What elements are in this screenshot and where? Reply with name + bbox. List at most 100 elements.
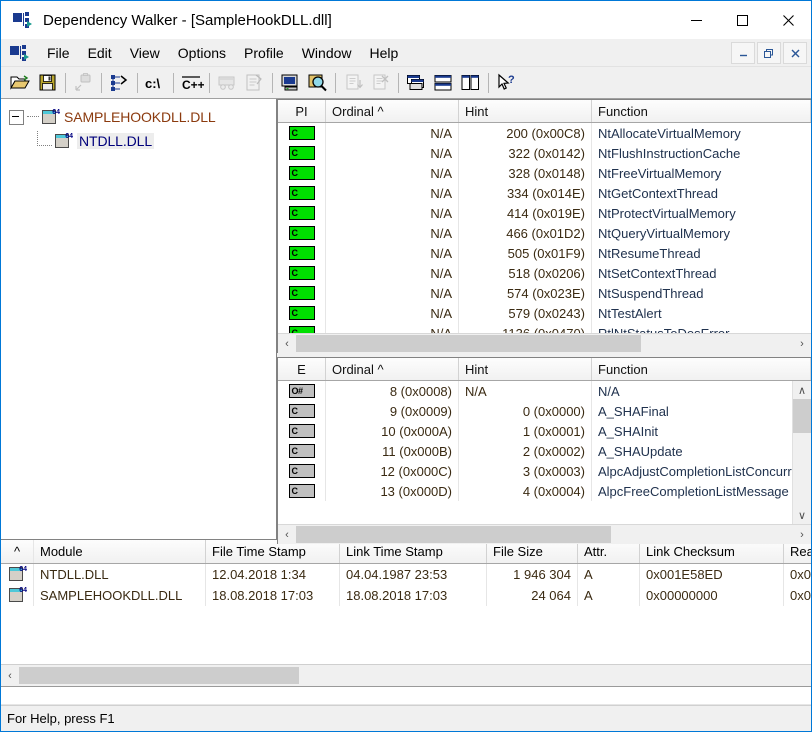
tile-horizontally-icon[interactable] <box>430 70 457 95</box>
ordinal-cell: 12 (0x000C) <box>326 461 459 481</box>
import-flag-cell: C <box>278 143 326 163</box>
menu-file[interactable]: File <box>38 42 79 64</box>
table-row[interactable]: O# 8 (0x0008) N/A N/A <box>278 381 811 401</box>
table-row[interactable]: C N/A 579 (0x0243) NtTestAlert <box>278 303 811 323</box>
column-header-hint[interactable]: Hint <box>459 100 592 122</box>
table-row[interactable]: C 9 (0x0009) 0 (0x0000) A_SHAFinal <box>278 401 811 421</box>
function-cell: RtlNtStatusToDosError <box>598 325 730 334</box>
column-header-module[interactable]: Module <box>34 540 206 563</box>
vscroll-thumb[interactable] <box>793 399 811 433</box>
mdi-close-button[interactable] <box>783 42 807 64</box>
vscroll-track[interactable] <box>793 399 811 506</box>
table-row[interactable]: C 10 (0x000A) 1 (0x0001) A_SHAInit <box>278 421 811 441</box>
find-icon[interactable] <box>304 70 331 95</box>
configure-module-search-icon[interactable] <box>241 70 268 95</box>
export-list-hscrollbar[interactable]: ‹ › <box>278 524 811 544</box>
menu-view[interactable]: View <box>121 42 169 64</box>
tree-item-ntdll[interactable]: 64 NTDLL.DLL <box>9 129 276 153</box>
mdi-minimize-button[interactable] <box>731 42 755 64</box>
ordinal-cell: N/A <box>326 303 459 323</box>
tree-item-label: NTDLL.DLL <box>77 133 155 149</box>
minimize-button[interactable] <box>673 1 719 39</box>
table-row[interactable]: C N/A 200 (0x00C8) NtAllocateVirtualMemo… <box>278 123 811 143</box>
expand-tree-icon[interactable] <box>106 70 133 95</box>
clear-log-icon[interactable] <box>367 70 394 95</box>
export-function-list[interactable]: E Ordinal ^ Hint Function O# 8 (0x0008) … <box>277 357 811 544</box>
copy-list-icon[interactable] <box>340 70 367 95</box>
table-row[interactable]: 64 SAMPLEHOOKDLL.DLL 18.08.2018 17:03 18… <box>1 585 811 606</box>
import-list-hscrollbar[interactable]: ‹ › <box>278 333 811 353</box>
function-cell: NtAllocateVirtualMemory <box>598 125 741 141</box>
module-list-hscrollbar[interactable]: ‹ <box>1 664 811 686</box>
column-header-function[interactable]: Function <box>592 358 811 380</box>
scroll-down-icon[interactable]: ∨ <box>793 506 811 524</box>
scroll-left-icon[interactable]: ‹ <box>278 526 296 543</box>
table-row[interactable]: 64 NTDLL.DLL 12.04.2018 1:34 04.04.1987 … <box>1 564 811 585</box>
close-button[interactable] <box>765 1 811 39</box>
table-row[interactable]: C 12 (0x000C) 3 (0x0003) AlpcAdjustCompl… <box>278 461 811 481</box>
menu-help[interactable]: Help <box>361 42 408 64</box>
table-row[interactable]: C N/A 328 (0x0148) NtFreeVirtualMemory <box>278 163 811 183</box>
menu-profile[interactable]: Profile <box>235 42 293 64</box>
save-icon[interactable] <box>34 70 61 95</box>
open-file-icon[interactable] <box>7 70 34 95</box>
hscroll-thumb[interactable] <box>296 526 611 543</box>
column-header-ordinal[interactable]: Ordinal ^ <box>326 100 459 122</box>
import-status-icon: C <box>288 266 315 280</box>
ordinal-cell: N/A <box>326 123 459 143</box>
mdi-restore-button[interactable] <box>757 42 781 64</box>
tile-vertically-icon[interactable] <box>457 70 484 95</box>
tree-item-samplehookdll[interactable]: 64 SAMPLEHOOKDLL.DLL <box>9 105 276 129</box>
table-row[interactable]: C N/A 466 (0x01D2) NtQueryVirtualMemory <box>278 223 811 243</box>
maximize-button[interactable] <box>719 1 765 39</box>
column-header-sort[interactable]: ^ <box>1 540 34 563</box>
help-context-icon[interactable]: ? <box>493 70 520 95</box>
import-function-list[interactable]: PI Ordinal ^ Hint Function C N/A 200 (0x… <box>277 99 811 353</box>
table-row[interactable]: C 11 (0x000B) 2 (0x0002) A_SHAUpdate <box>278 441 811 461</box>
table-row[interactable]: C N/A 322 (0x0142) NtFlushInstructionCac… <box>278 143 811 163</box>
table-row[interactable]: C N/A 334 (0x014E) NtGetContextThread <box>278 183 811 203</box>
dll-module-icon: 64 <box>9 566 27 582</box>
table-row[interactable]: C N/A 574 (0x023E) NtSuspendThread <box>278 283 811 303</box>
cascade-windows-icon[interactable] <box>403 70 430 95</box>
view-full-paths-icon[interactable] <box>70 70 97 95</box>
cplusplus-icon[interactable]: C++ <box>178 70 205 95</box>
menu-options[interactable]: Options <box>169 42 235 64</box>
undecorate-cpp-icon[interactable]: c:\ <box>142 70 169 95</box>
hscroll-track[interactable] <box>296 335 793 352</box>
hscroll-track[interactable] <box>19 667 811 684</box>
scroll-right-icon[interactable]: › <box>793 335 811 352</box>
tree-expander-icon[interactable] <box>9 109 24 125</box>
scroll-left-icon[interactable]: ‹ <box>1 667 19 684</box>
column-header-pi[interactable]: PI <box>278 100 326 122</box>
hint-cell: 2 (0x0002) <box>459 441 592 461</box>
column-header-e[interactable]: E <box>278 358 326 380</box>
export-list-vscrollbar[interactable]: ∧ ∨ <box>792 381 811 524</box>
hscroll-track[interactable] <box>296 526 793 543</box>
scroll-right-icon[interactable]: › <box>793 526 811 543</box>
import-status-icon: C <box>288 126 315 140</box>
table-row[interactable]: C N/A 505 (0x01F9) NtResumeThread <box>278 243 811 263</box>
module-dependency-tree[interactable]: 64 SAMPLEHOOKDLL.DLL 64 NTDLL.DLL <box>1 99 277 539</box>
start-profiling-icon[interactable] <box>214 70 241 95</box>
dll-badge-label: 64 <box>65 132 73 140</box>
module-list[interactable]: ^ Module File Time Stamp Link Time Stamp… <box>1 539 811 686</box>
menu-window[interactable]: Window <box>293 42 361 64</box>
table-row[interactable]: C N/A 518 (0x0206) NtSetContextThread <box>278 263 811 283</box>
system-info-icon[interactable] <box>277 70 304 95</box>
column-header-function[interactable]: Function <box>592 100 811 122</box>
column-header-hint[interactable]: Hint <box>459 358 592 380</box>
table-row[interactable]: C 13 (0x000D) 4 (0x0004) AlpcFreeComplet… <box>278 481 811 501</box>
import-flag-cell: C <box>278 163 326 183</box>
column-header-ordinal[interactable]: Ordinal ^ <box>326 358 459 380</box>
hscroll-thumb[interactable] <box>19 667 299 684</box>
table-row[interactable]: C N/A 1136 (0x0470) RtlNtStatusToDosErro… <box>278 323 811 333</box>
scroll-up-icon[interactable]: ∧ <box>793 381 811 399</box>
function-cell: NtTestAlert <box>598 305 662 321</box>
menu-edit[interactable]: Edit <box>79 42 121 64</box>
hscroll-thumb[interactable] <box>296 335 641 352</box>
upper-split-area: 64 SAMPLEHOOKDLL.DLL 64 NTDLL.DLL PI Ord… <box>1 99 811 544</box>
table-row[interactable]: C N/A 414 (0x019E) NtProtectVirtualMemor… <box>278 203 811 223</box>
export-list-body: O# 8 (0x0008) N/A N/A C 9 (0x0009) 0 (0x… <box>278 381 811 524</box>
scroll-left-icon[interactable]: ‹ <box>278 335 296 352</box>
